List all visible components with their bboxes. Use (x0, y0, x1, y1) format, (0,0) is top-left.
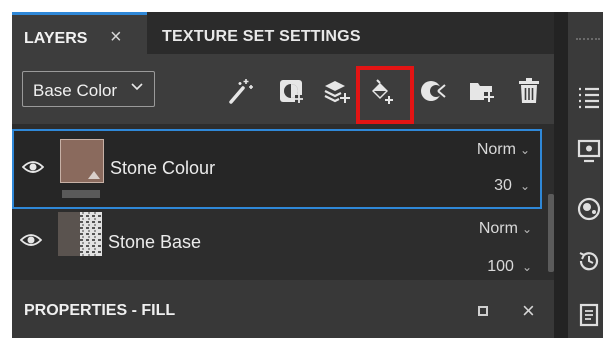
tab-texture-set-settings[interactable]: TEXTURE SET SETTINGS (162, 28, 361, 46)
properties-panel-header: PROPERTIES - FILL × (12, 280, 554, 338)
layer-name[interactable]: Stone Colour (110, 158, 215, 179)
display-settings-icon[interactable] (576, 138, 602, 164)
chevron-down-icon: ⌄ (521, 222, 532, 236)
list-icon[interactable] (576, 84, 602, 110)
layer-list: Stone Colour Norm ⌄ 30 ⌄ Stone Base Norm ⌄ … (12, 124, 554, 280)
close-tab-icon[interactable]: × (110, 27, 122, 47)
mask-thumbnail (62, 190, 100, 198)
right-dock (568, 12, 603, 338)
panel-divider[interactable] (554, 12, 568, 338)
delete-icon[interactable] (512, 74, 546, 108)
painter-ui: LAYERS × TEXTURE SET SETTINGS Base Color (0, 0, 603, 338)
eye-icon[interactable] (22, 159, 44, 175)
tab-layers[interactable]: LAYERS × (12, 12, 147, 54)
channel-dropdown-value: Base Color (33, 81, 118, 100)
opacity-dropdown[interactable]: 30 ⌄ (494, 177, 530, 195)
maximize-icon[interactable] (478, 306, 488, 316)
layer-row[interactable]: Stone Colour Norm ⌄ 30 ⌄ (12, 129, 542, 209)
close-panel-icon[interactable]: × (522, 298, 535, 324)
chevron-down-icon: ⌄ (519, 179, 530, 193)
log-icon[interactable] (576, 302, 602, 328)
blend-mode-value: Norm (476, 141, 516, 158)
tab-layers-label: LAYERS (24, 30, 88, 47)
blend-mode-dropdown[interactable]: Norm ⌄ (477, 141, 530, 159)
panel-tab-bar: LAYERS × TEXTURE SET SETTINGS (12, 12, 554, 54)
layer-name[interactable]: Stone Base (108, 232, 201, 253)
dock-grip[interactable] (576, 38, 600, 40)
blend-mode-dropdown[interactable]: Norm ⌄ (479, 220, 532, 238)
chevron-down-icon (130, 80, 144, 99)
blend-mode-value: Norm (478, 220, 518, 237)
add-mask-icon[interactable] (274, 74, 308, 108)
layer-thumbnail[interactable] (60, 139, 104, 183)
properties-title: PROPERTIES - FILL (24, 302, 176, 319)
add-folder-icon[interactable] (464, 74, 498, 108)
layer-thumbnail[interactable] (58, 212, 102, 256)
magic-wand-icon[interactable] (224, 74, 258, 108)
history-icon[interactable] (576, 248, 602, 274)
opacity-value: 100 (487, 258, 514, 275)
opacity-dropdown[interactable]: 100 ⌄ (487, 258, 532, 276)
channel-dropdown[interactable]: Base Color (22, 71, 155, 107)
layers-toolbar: Base Color (12, 54, 554, 124)
opacity-value: 30 (494, 177, 512, 194)
shader-icon[interactable] (576, 196, 602, 222)
chevron-down-icon: ⌄ (521, 260, 532, 274)
add-layer-icon[interactable] (320, 74, 354, 108)
add-effect-icon[interactable] (416, 74, 450, 108)
highlight-frame (356, 66, 414, 124)
eye-icon[interactable] (20, 232, 42, 248)
chevron-down-icon: ⌄ (519, 143, 530, 157)
